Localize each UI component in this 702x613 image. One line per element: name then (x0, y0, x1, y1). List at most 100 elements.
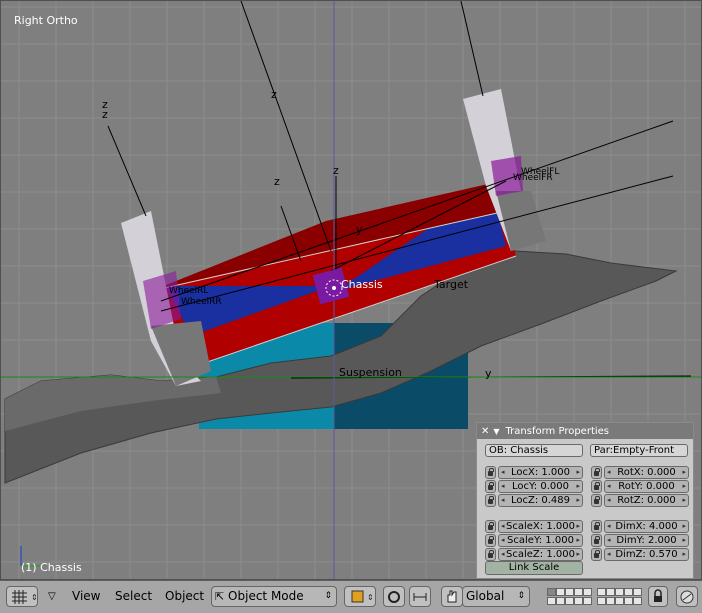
layer-toggle[interactable] (565, 588, 574, 596)
manipulator-button[interactable] (441, 586, 463, 607)
field-label: DimX: (615, 521, 646, 532)
layer-toggle[interactable] (547, 588, 556, 596)
arrow-left-icon[interactable]: ◂ (501, 521, 505, 532)
transform-properties-panel[interactable]: ✕ ▼ Transform Properties OB: Chassis Par… (476, 422, 694, 579)
mode-select[interactable]: ⇱ Object Mode ⇕ (211, 586, 337, 607)
arrow-left-icon[interactable]: ◂ (501, 495, 505, 506)
render-button[interactable] (676, 586, 698, 607)
layer-toggle[interactable] (556, 588, 565, 596)
field-value: 2.000 (647, 535, 677, 546)
layer-toggle[interactable] (633, 588, 642, 596)
svg-text:⇕: ⇕ (367, 593, 374, 602)
editor-type-button[interactable]: ⇕ (6, 586, 38, 607)
chevron-updown-icon: ⇕ (517, 591, 525, 601)
rot-field[interactable]: ◂ RotX: 0.000 ▸ (604, 466, 689, 479)
layer-toggle[interactable] (624, 597, 633, 605)
loc-field[interactable]: ◂ LocY: 0.000 ▸ (498, 480, 583, 493)
menu-select[interactable]: Select (115, 586, 152, 607)
axis-label-z: z (274, 175, 280, 188)
arrow-left-icon[interactable]: ◂ (607, 467, 611, 478)
lock-icon[interactable] (591, 466, 602, 479)
rot-field[interactable]: ◂ RotZ: 0.000 ▸ (604, 494, 689, 507)
layer-toggle[interactable] (574, 597, 583, 605)
lock-icon[interactable] (485, 548, 496, 561)
arrow-left-icon[interactable]: ◂ (607, 521, 611, 532)
panel-header[interactable]: ✕ ▼ Transform Properties (477, 423, 693, 439)
arrow-right-icon[interactable]: ▸ (682, 481, 686, 492)
field-label: LocZ: (510, 495, 539, 506)
arrow-right-icon[interactable]: ▸ (576, 535, 580, 546)
arrow-right-icon[interactable]: ▸ (682, 549, 686, 560)
loc-field[interactable]: ◂ LocX: 1.000 ▸ (498, 466, 583, 479)
3d-viewport[interactable]: Right Ortho (1) Chassis Chassis Target S… (0, 0, 702, 580)
layer-toggle[interactable] (556, 597, 565, 605)
lock-icon[interactable] (591, 520, 602, 533)
pivot-button[interactable] (383, 586, 405, 607)
parent-name-field[interactable]: Par:Empty-Front (590, 444, 688, 457)
layer-toggle[interactable] (565, 597, 574, 605)
lock-icon[interactable] (485, 466, 496, 479)
arrow-left-icon[interactable]: ◂ (607, 481, 611, 492)
lock-layers-button[interactable] (648, 586, 668, 607)
lock-icon[interactable] (485, 480, 496, 493)
layer-toggle[interactable] (606, 588, 615, 596)
dim-field[interactable]: ◂ DimX: 4.000 ▸ (604, 520, 689, 533)
layer-toggle[interactable] (597, 597, 606, 605)
axis-label-z: z (333, 164, 339, 177)
layer-toggle[interactable] (615, 597, 624, 605)
layer-toggle[interactable] (606, 597, 615, 605)
lock-icon[interactable] (485, 494, 496, 507)
layer-toggle[interactable] (547, 597, 556, 605)
arrow-right-icon[interactable]: ▸ (682, 521, 686, 532)
menu-view[interactable]: View (72, 586, 100, 607)
object-name-field[interactable]: OB: Chassis (485, 444, 583, 457)
loc-field[interactable]: ◂ LocZ: 0.489 ▸ (498, 494, 583, 507)
lock-icon[interactable] (591, 480, 602, 493)
menu-object[interactable]: Object (165, 586, 204, 607)
lock-icon[interactable] (591, 548, 602, 561)
close-icon[interactable]: ✕ (481, 426, 489, 437)
scale-field[interactable]: ◂ ScaleY: 1.000 ▸ (498, 534, 583, 547)
layer-toggle[interactable] (633, 597, 642, 605)
arrow-left-icon[interactable]: ◂ (501, 549, 505, 560)
arrow-left-icon[interactable]: ◂ (607, 549, 611, 560)
wheel-rr-label: WheelRR (181, 297, 222, 307)
scale-field[interactable]: ◂ ScaleX: 1.000 ▸ (498, 520, 583, 533)
draw-type-button[interactable]: ⇕ (344, 586, 376, 607)
arrow-left-icon[interactable]: ◂ (501, 467, 505, 478)
arrow-right-icon[interactable]: ▸ (576, 467, 580, 478)
rot-field[interactable]: ◂ RotY: 0.000 ▸ (604, 480, 689, 493)
arrow-left-icon[interactable]: ◂ (607, 535, 611, 546)
orientation-select[interactable]: Global ⇕ (462, 586, 530, 607)
lock-icon[interactable] (485, 520, 496, 533)
collapse-menus-icon[interactable]: ▽ (48, 586, 56, 607)
snap-button[interactable] (409, 586, 431, 607)
arrow-left-icon[interactable]: ◂ (607, 495, 611, 506)
collapse-triangle-icon[interactable]: ▼ (493, 427, 499, 436)
layer-toggle[interactable] (583, 588, 592, 596)
arrow-right-icon[interactable]: ▸ (682, 467, 686, 478)
lock-icon[interactable] (591, 494, 602, 507)
arrow-right-icon[interactable]: ▸ (576, 521, 580, 532)
link-scale-button[interactable]: Link Scale (485, 561, 583, 575)
arrow-right-icon[interactable]: ▸ (576, 549, 580, 560)
dim-field[interactable]: ◂ DimZ: 0.570 ▸ (604, 548, 689, 561)
arrow-right-icon[interactable]: ▸ (682, 495, 686, 506)
arrow-right-icon[interactable]: ▸ (576, 481, 580, 492)
layer-toggle[interactable] (615, 588, 624, 596)
object-mode-icon: ⇱ (215, 590, 225, 603)
arrow-right-icon[interactable]: ▸ (682, 535, 686, 546)
layer-toggle[interactable] (583, 597, 592, 605)
layer-buttons[interactable] (535, 586, 645, 607)
chevron-updown-icon: ⇕ (324, 591, 332, 601)
arrow-right-icon[interactable]: ▸ (576, 495, 580, 506)
arrow-left-icon[interactable]: ◂ (501, 535, 505, 546)
layer-toggle[interactable] (574, 588, 583, 596)
lock-icon[interactable] (485, 534, 496, 547)
scale-field[interactable]: ◂ ScaleZ: 1.000 ▸ (498, 548, 583, 561)
layer-toggle[interactable] (624, 588, 633, 596)
arrow-left-icon[interactable]: ◂ (501, 481, 505, 492)
lock-icon[interactable] (591, 534, 602, 547)
layer-toggle[interactable] (597, 588, 606, 596)
dim-field[interactable]: ◂ DimY: 2.000 ▸ (604, 534, 689, 547)
